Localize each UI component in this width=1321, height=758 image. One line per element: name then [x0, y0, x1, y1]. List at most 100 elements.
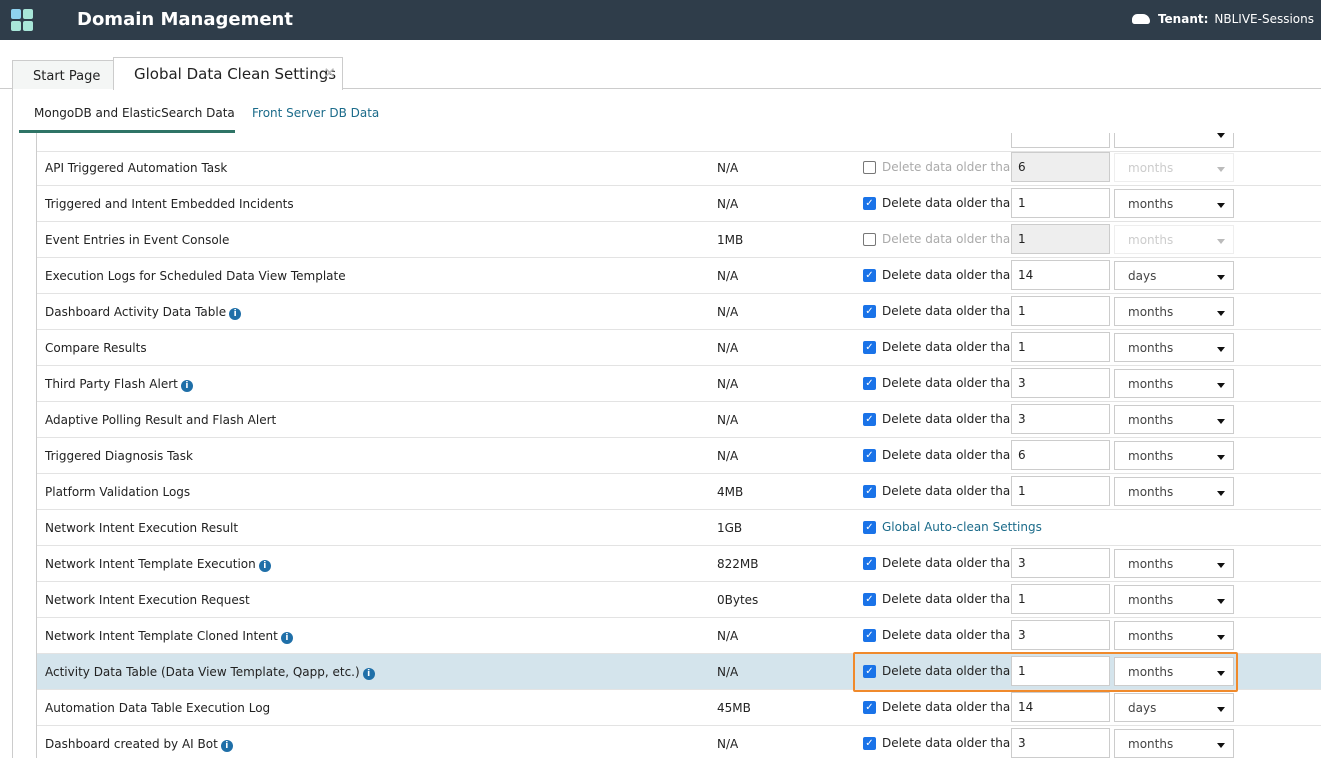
global-auto-clean-link[interactable]: Global Auto-clean Settings	[882, 520, 1042, 534]
delete-label: Delete data older than	[882, 196, 1018, 210]
age-input[interactable]	[1011, 133, 1110, 148]
enable-checkbox[interactable]	[863, 233, 876, 246]
subtab-mongodb-elasticsearch[interactable]: MongoDB and ElasticSearch Data	[34, 106, 235, 120]
table-row: Dashboard created by AI Bot i N/A ✓ Delete…	[37, 726, 1321, 758]
unit-select[interactable]: months	[1114, 189, 1234, 218]
row-size: 0Bytes	[717, 593, 759, 607]
apps-grid-icon[interactable]	[11, 9, 33, 31]
age-input[interactable]: 1	[1011, 332, 1110, 362]
row-name-text: Automation Data Table Execution Log	[45, 701, 271, 715]
age-input[interactable]: 1	[1011, 656, 1110, 686]
delete-label: Delete data older than	[882, 376, 1018, 390]
unit-select[interactable]: months	[1114, 585, 1234, 614]
data-clean-table[interactable]: API Triggered Automation Task N/A Delete…	[36, 133, 1321, 758]
unit-select[interactable]: months	[1114, 333, 1234, 362]
enable-checkbox[interactable]: ✓	[863, 485, 876, 498]
age-input[interactable]: 6	[1011, 440, 1110, 470]
age-input[interactable]: 3	[1011, 368, 1110, 398]
age-input[interactable]: 1	[1011, 188, 1110, 218]
row-size: N/A	[717, 413, 739, 427]
info-icon[interactable]: i	[280, 632, 293, 644]
unit-select[interactable]: months	[1114, 441, 1234, 470]
unit-select[interactable]: months	[1114, 297, 1234, 326]
delete-label: Delete data older than	[882, 592, 1018, 606]
row-size: N/A	[717, 197, 739, 211]
row-name-text: API Triggered Automation Task	[45, 161, 228, 175]
age-input[interactable]: 14	[1011, 260, 1110, 290]
enable-checkbox[interactable]: ✓	[863, 521, 876, 534]
tab-start-page[interactable]: Start Page	[12, 60, 114, 89]
row-name-text: Network Intent Execution Result	[45, 521, 239, 535]
unit-select[interactable]: months	[1114, 225, 1234, 254]
row-name: Network Intent Execution Result	[45, 521, 238, 535]
unit-select[interactable]: months	[1114, 549, 1234, 578]
row-name: Automation Data Table Execution Log	[45, 701, 270, 715]
unit-select[interactable]: days	[1114, 261, 1234, 290]
age-input[interactable]: 14	[1011, 692, 1110, 722]
enable-checkbox[interactable]: ✓	[863, 629, 876, 642]
age-input[interactable]: 3	[1011, 620, 1110, 650]
row-size: 1GB	[717, 521, 743, 535]
info-icon[interactable]: i	[258, 560, 271, 572]
age-input[interactable]: 3	[1011, 548, 1110, 578]
enable-checkbox[interactable]: ✓	[863, 413, 876, 426]
unit-select[interactable]: months	[1114, 477, 1234, 506]
unit-select[interactable]: months	[1114, 657, 1234, 686]
age-input[interactable]: 1	[1011, 296, 1110, 326]
enable-checkbox[interactable]: ✓	[863, 305, 876, 318]
row-name: Event Entries in Event Console	[45, 233, 229, 247]
delete-label: Delete data older than	[882, 484, 1018, 498]
unit-select[interactable]: months	[1114, 729, 1234, 758]
unit-select[interactable]: months	[1114, 405, 1234, 434]
enable-checkbox[interactable]: ✓	[863, 269, 876, 282]
table-row: Network Intent Execution Result 1GB ✓ Glo…	[37, 510, 1321, 546]
row-name: API Triggered Automation Task	[45, 161, 227, 175]
row-name: Network Intent Execution Request	[45, 593, 250, 607]
close-icon[interactable]: ✕	[323, 64, 336, 82]
info-icon[interactable]: i	[229, 308, 242, 320]
subtab-front-server-db[interactable]: Front Server DB Data	[252, 106, 379, 120]
enable-checkbox[interactable]: ✓	[863, 449, 876, 462]
row-name-text: Compare Results	[45, 341, 147, 355]
info-icon[interactable]: i	[362, 668, 375, 680]
unit-select[interactable]: months	[1114, 369, 1234, 398]
enable-checkbox[interactable]	[863, 161, 876, 174]
tab-label: Global Data Clean Settings	[134, 65, 337, 83]
enable-checkbox[interactable]: ✓	[863, 557, 876, 570]
unit-select[interactable]: months	[1114, 621, 1234, 650]
enable-checkbox[interactable]: ✓	[863, 701, 876, 714]
table-row: Automation Data Table Execution Log 45MB…	[37, 690, 1321, 726]
row-name: Execution Logs for Scheduled Data View T…	[45, 269, 346, 283]
age-input[interactable]: 3	[1011, 728, 1110, 758]
enable-checkbox[interactable]: ✓	[863, 341, 876, 354]
row-name: Compare Results	[45, 341, 147, 355]
enable-checkbox[interactable]: ✓	[863, 665, 876, 678]
age-input[interactable]: 1	[1011, 476, 1110, 506]
info-icon[interactable]: i	[180, 380, 193, 392]
age-input[interactable]: 1	[1011, 224, 1110, 254]
row-name-text: Network Intent Template Execution	[45, 557, 256, 571]
tab-global-data-clean-settings[interactable]: Global Data Clean Settings ✕	[113, 57, 343, 90]
delete-label: Delete data older than	[882, 412, 1018, 426]
unit-select[interactable]	[1114, 133, 1234, 148]
unit-select[interactable]: days	[1114, 693, 1234, 722]
age-input[interactable]: 1	[1011, 584, 1110, 614]
enable-checkbox[interactable]: ✓	[863, 197, 876, 210]
row-size: 822MB	[717, 557, 759, 571]
age-input[interactable]: 6	[1011, 152, 1110, 182]
row-name-text: Platform Validation Logs	[45, 485, 191, 499]
row-name: Dashboard Activity Data Table i	[45, 305, 242, 320]
table-row: API Triggered Automation Task N/A Delete…	[37, 150, 1321, 186]
enable-checkbox[interactable]: ✓	[863, 593, 876, 606]
enable-checkbox[interactable]: ✓	[863, 377, 876, 390]
row-name: Platform Validation Logs	[45, 485, 190, 499]
enable-checkbox[interactable]: ✓	[863, 737, 876, 750]
row-name-text: Triggered and Intent Embedded Incidents	[45, 197, 294, 211]
table-row: Adaptive Polling Result and Flash Alert …	[37, 402, 1321, 438]
unit-select[interactable]: months	[1114, 153, 1234, 182]
tenant-label: Tenant:	[1157, 12, 1209, 26]
table-row: Activity Data Table (Data View Template,…	[37, 654, 1321, 690]
row-size: N/A	[717, 449, 739, 463]
age-input[interactable]: 3	[1011, 404, 1110, 434]
info-icon[interactable]: i	[220, 740, 233, 752]
